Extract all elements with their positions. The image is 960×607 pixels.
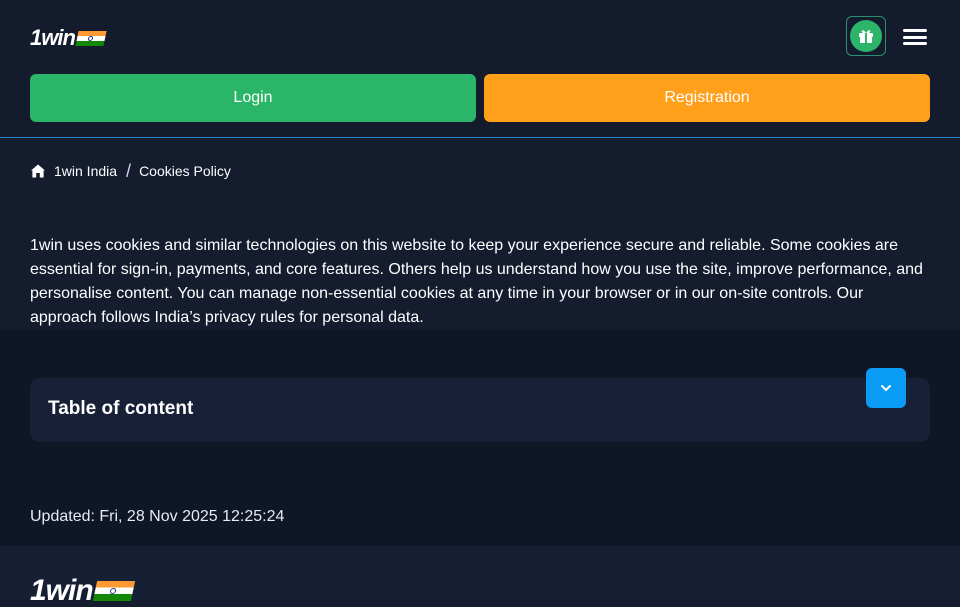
chevron-down-icon xyxy=(881,385,891,391)
site-header: 1win Login Registration xyxy=(0,0,960,138)
toc-title: Table of content xyxy=(48,398,194,419)
logo-text: 1win xyxy=(30,25,76,50)
hamburger-menu-icon[interactable] xyxy=(903,29,927,45)
footer-logo[interactable]: 1win xyxy=(30,574,135,607)
intro-paragraph: 1win uses cookies and similar technologi… xyxy=(30,237,923,326)
site-footer: 1win xyxy=(0,546,960,606)
site-logo[interactable]: 1win xyxy=(30,25,107,50)
toc-toggle-button[interactable] xyxy=(866,368,906,408)
table-of-content[interactable]: Table of content xyxy=(30,368,930,442)
india-flag-icon xyxy=(75,30,107,46)
home-icon[interactable] xyxy=(30,163,46,179)
gift-icon xyxy=(850,20,882,52)
bonus-button[interactable] xyxy=(846,16,886,56)
breadcrumb-current: Cookies Policy xyxy=(139,163,231,179)
india-flag-icon xyxy=(92,581,135,601)
updated-timestamp: Updated: Fri, 28 Nov 2025 12:25:24 xyxy=(30,508,285,525)
breadcrumb-separator: / xyxy=(126,160,132,181)
footer-logo-text: 1win xyxy=(30,574,94,607)
breadcrumb-home-link[interactable]: 1win India xyxy=(54,163,117,179)
breadcrumb: 1win India / Cookies Policy xyxy=(30,160,231,182)
registration-button[interactable]: Registration xyxy=(484,74,930,122)
login-button[interactable]: Login xyxy=(30,74,476,122)
